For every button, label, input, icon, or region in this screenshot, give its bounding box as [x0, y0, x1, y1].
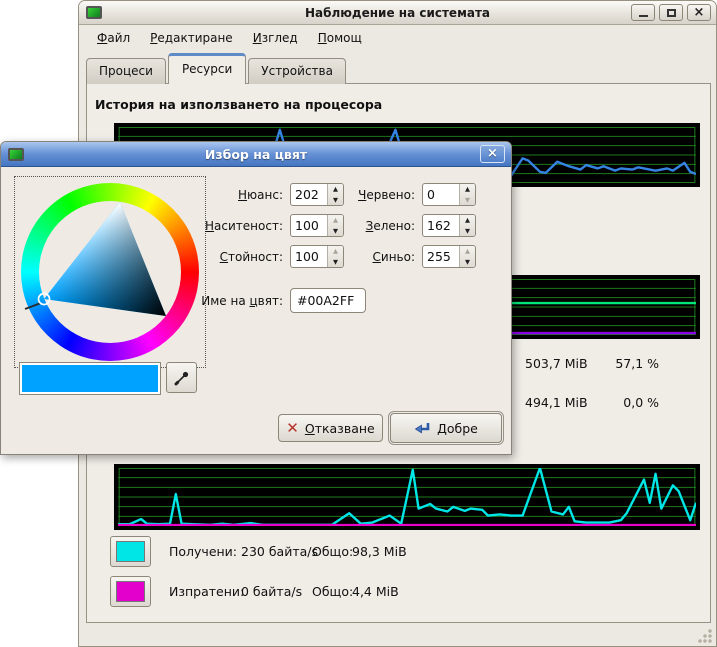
- dialog-title: Избор на цвят: [1, 147, 511, 162]
- blue-down-icon[interactable]: ▼: [460, 257, 475, 268]
- network-history-graph: [114, 464, 700, 530]
- cpu-history-heading: История на използването на процесора: [95, 97, 382, 112]
- color-picker-dialog: Избор на цвят ×: [0, 141, 512, 455]
- hue-ring-notch: [25, 303, 41, 309]
- red-input[interactable]: [423, 184, 459, 205]
- received-rate: 230 байта/s: [241, 544, 318, 559]
- blue-up-icon[interactable]: ▲: [460, 246, 475, 257]
- sent-rate: 0 байта/s: [241, 584, 302, 599]
- close-button[interactable]: ×: [687, 4, 711, 21]
- minimize-button[interactable]: [631, 4, 655, 21]
- green-spinner: ▲▼: [422, 214, 476, 237]
- red-up-icon[interactable]: ▲: [460, 184, 475, 195]
- tab-strip: Процеси Ресурси Устройства: [86, 52, 348, 83]
- sent-label: Изпратени:: [169, 584, 244, 599]
- color-preview-frame: [19, 362, 161, 395]
- sv-triangle-black-shade: [44, 202, 166, 316]
- received-total: 98,3 MiB: [352, 544, 407, 559]
- main-window-title: Наблюдение на системата: [79, 6, 716, 20]
- sent-color-swatch: [116, 581, 145, 602]
- statusbar: [79, 623, 716, 646]
- menu-view[interactable]: Изглед: [245, 28, 306, 48]
- swap-percent-value: 0,0 %: [587, 395, 659, 410]
- value-input[interactable]: [291, 246, 327, 267]
- dialog-titlebar[interactable]: Избор на цвят ×: [1, 142, 511, 167]
- legend-sent-row: [110, 576, 151, 607]
- menu-file[interactable]: Файл: [89, 28, 138, 48]
- desktop: Наблюдение на системата × Файл Редактира…: [0, 0, 717, 647]
- green-up-icon[interactable]: ▲: [460, 215, 475, 226]
- ok-enter-icon: [414, 422, 431, 435]
- green-down-icon[interactable]: ▼: [460, 226, 475, 237]
- color-name-input[interactable]: [290, 288, 366, 313]
- sv-triangle[interactable]: [21, 183, 199, 361]
- green-label: Зелено:: [331, 219, 415, 233]
- color-name-label: Име на цвят:: [151, 294, 283, 308]
- received-color-swatch: [116, 541, 145, 562]
- cancel-x-icon: ✕: [286, 421, 299, 436]
- saturation-input[interactable]: [291, 215, 327, 236]
- ok-button[interactable]: Добре: [390, 413, 502, 443]
- tab-resources[interactable]: Ресурси: [168, 53, 246, 84]
- eyedropper-icon: [173, 369, 191, 387]
- dialog-app-icon: [8, 148, 24, 161]
- received-total-label: Общо:: [312, 544, 353, 559]
- hue-input[interactable]: [291, 184, 327, 205]
- saturation-label: Наситеност:: [151, 219, 283, 233]
- red-spinner: ▲▼: [422, 183, 476, 206]
- blue-input[interactable]: [423, 246, 459, 267]
- menu-edit[interactable]: Редактиране: [142, 28, 241, 48]
- red-down-icon[interactable]: ▼: [460, 195, 475, 206]
- red-label: Червено:: [331, 188, 415, 202]
- value-label: Стойност:: [151, 250, 283, 264]
- sent-total-label: Общо:: [312, 584, 353, 599]
- resize-grip[interactable]: [697, 628, 712, 643]
- received-color-button[interactable]: [110, 536, 151, 567]
- menubar: Файл Редактиране Изглед Помощ: [79, 26, 716, 50]
- maximize-button[interactable]: [659, 4, 683, 21]
- close-icon: ×: [694, 6, 705, 19]
- hue-label: Нюанс:: [151, 188, 283, 202]
- network-history-chart: [118, 468, 696, 526]
- sent-color-button[interactable]: [110, 576, 151, 607]
- tab-processes[interactable]: Процеси: [86, 58, 166, 84]
- color-preview: [22, 365, 158, 392]
- received-label: Получени:: [169, 544, 237, 559]
- legend-received-row: [110, 536, 151, 567]
- main-titlebar[interactable]: Наблюдение на системата ×: [79, 1, 716, 25]
- blue-spinner: ▲▼: [422, 245, 476, 268]
- blue-label: Синьо:: [331, 250, 415, 264]
- system-monitor-icon: [86, 6, 102, 19]
- memory-percent-value: 57,1 %: [587, 356, 659, 371]
- maximize-icon: [667, 9, 676, 17]
- green-input[interactable]: [423, 215, 459, 236]
- eyedropper-button[interactable]: [166, 362, 197, 393]
- cancel-button-label: Отказване: [305, 421, 375, 436]
- dialog-close-button[interactable]: ×: [480, 145, 505, 163]
- sent-total: 4,4 MiB: [352, 584, 399, 599]
- ok-button-label: Добре: [437, 421, 478, 436]
- minimize-icon: [639, 15, 648, 17]
- menu-help[interactable]: Помощ: [310, 28, 370, 48]
- cancel-button[interactable]: ✕ Отказване: [278, 414, 383, 442]
- tab-devices[interactable]: Устройства: [248, 58, 346, 84]
